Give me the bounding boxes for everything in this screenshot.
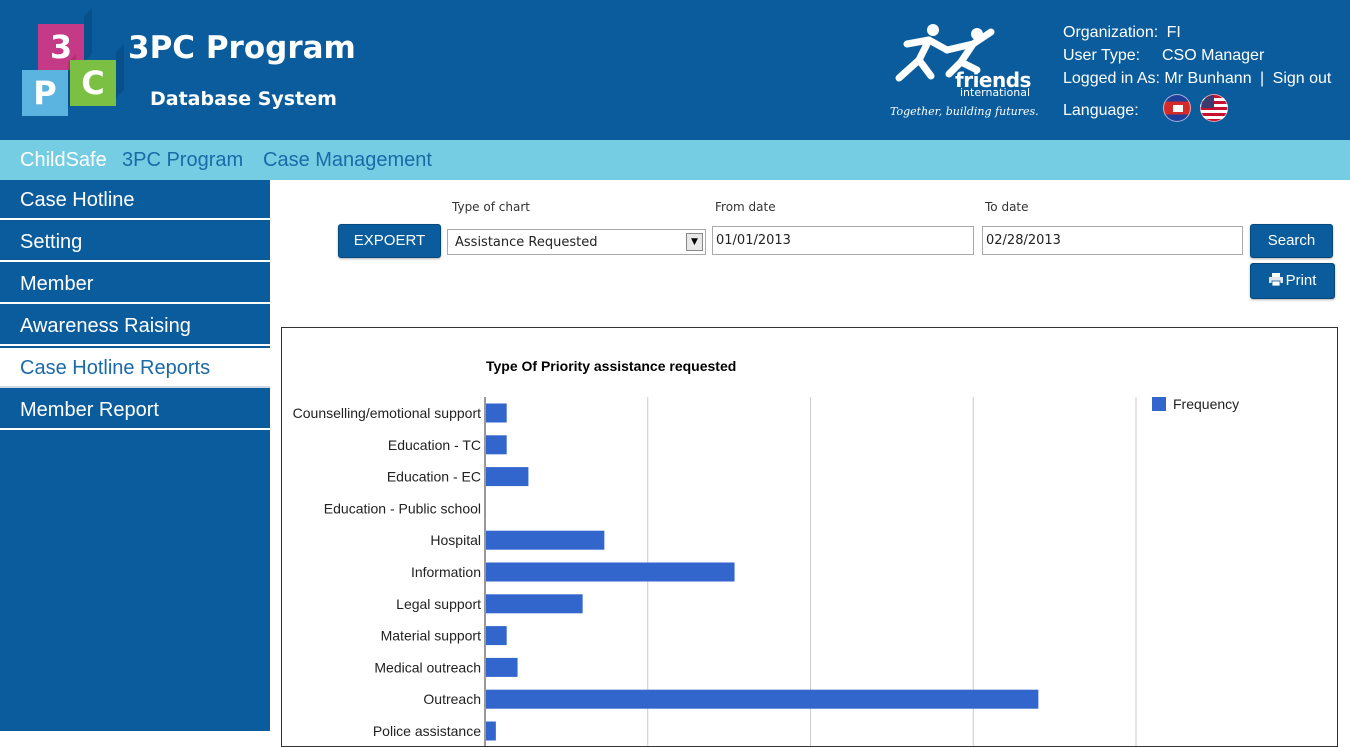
- category-label: Outreach: [423, 691, 481, 707]
- chart-bar[interactable]: [486, 562, 735, 582]
- chart-bar[interactable]: [486, 594, 583, 614]
- organization-label: Organization:: [1063, 24, 1159, 41]
- logged-in-label: Logged in As:: [1063, 70, 1160, 87]
- topnav-case-management[interactable]: Case Management: [263, 149, 432, 172]
- app-header: 3 P C 3PC Program Database System friend…: [0, 0, 1350, 140]
- chart-bar[interactable]: [486, 626, 507, 646]
- chart-bar[interactable]: [486, 467, 529, 487]
- user-type-row: User Type: CSO Manager: [1063, 47, 1264, 65]
- print-button[interactable]: Print: [1250, 263, 1335, 299]
- category-label: Police assistance: [373, 723, 481, 739]
- category-label: Information: [411, 564, 481, 580]
- category-label: Counselling/emotional support: [293, 405, 481, 421]
- category-label: Education - TC: [388, 437, 481, 453]
- sidebar-item-case-hotline-reports[interactable]: Case Hotline Reports: [0, 348, 270, 388]
- logged-in-user: Mr Bunhann: [1164, 70, 1252, 87]
- logged-in-row: Logged in As: Mr Bunhann | Sign out: [1063, 70, 1331, 88]
- type-of-chart-select[interactable]: Assistance Requested ▼: [447, 229, 706, 255]
- to-date-label: To date: [985, 200, 1029, 214]
- organization-row: Organization: FI: [1063, 24, 1181, 42]
- sidebar-item-member[interactable]: Member: [0, 264, 270, 304]
- legend-label: Frequency: [1173, 396, 1240, 412]
- category-label: Education - EC: [387, 469, 481, 485]
- sidebar-item-setting[interactable]: Setting: [0, 222, 270, 262]
- bar-chart: Counselling/emotional support Education -…: [293, 397, 1137, 746]
- usa-flag-icon[interactable]: [1200, 94, 1228, 122]
- logo-cube-p: P: [22, 70, 68, 116]
- sidebar-item-case-hotline[interactable]: Case Hotline: [0, 180, 270, 220]
- partner-logo-sub: international: [960, 86, 1031, 99]
- export-button[interactable]: EXPOERT: [338, 224, 441, 258]
- language-label: Language:: [1063, 102, 1139, 119]
- chart-bar[interactable]: [486, 530, 605, 550]
- sidebar: Case Hotline Setting Member Awareness Ra…: [0, 180, 270, 731]
- print-label: Print: [1285, 272, 1317, 289]
- separator: |: [1260, 70, 1265, 87]
- partner-logo-tagline: Together, building futures.: [890, 105, 1039, 118]
- chart-bar[interactable]: [486, 403, 507, 423]
- category-label: Education - Public school: [324, 500, 481, 516]
- legend-swatch: [1152, 397, 1166, 411]
- chart-bar[interactable]: [486, 657, 518, 677]
- topnav-3pc-program[interactable]: 3PC Program: [122, 149, 243, 172]
- chart-bar[interactable]: [486, 689, 1039, 709]
- category-label: Medical outreach: [374, 659, 481, 675]
- logo-cube-c: C: [70, 60, 116, 106]
- chart-bar[interactable]: [486, 721, 496, 741]
- type-of-chart-label: Type of chart: [452, 200, 530, 214]
- chevron-down-icon[interactable]: ▼: [686, 233, 703, 251]
- from-date-label: From date: [715, 200, 776, 214]
- from-date-field[interactable]: [712, 226, 974, 255]
- sidebar-item-awareness-raising[interactable]: Awareness Raising: [0, 306, 270, 346]
- topnav-childsafe[interactable]: ChildSafe: [20, 149, 107, 172]
- top-navigation: ChildSafe 3PC Program Case Management: [0, 140, 1350, 180]
- type-of-chart-value: Assistance Requested: [455, 235, 598, 250]
- category-label: Material support: [381, 628, 481, 644]
- organization-value: FI: [1166, 24, 1181, 41]
- category-label: Legal support: [396, 596, 481, 612]
- chart-bar[interactable]: [486, 435, 507, 455]
- app-title: 3PC Program: [128, 30, 356, 66]
- app-subtitle: Database System: [150, 88, 337, 110]
- sidebar-item-member-report[interactable]: Member Report: [0, 390, 270, 430]
- cambodia-flag-icon[interactable]: [1163, 94, 1191, 122]
- sign-out-link[interactable]: Sign out: [1273, 70, 1332, 87]
- to-date-field[interactable]: [982, 226, 1243, 255]
- category-label: Hospital: [430, 532, 481, 548]
- chart-container: Type Of Priority assistance requested Co…: [281, 327, 1338, 747]
- search-button[interactable]: Search: [1250, 224, 1333, 258]
- 3pc-logo[interactable]: 3 P C: [20, 20, 120, 120]
- user-type-value: CSO Manager: [1162, 47, 1265, 64]
- printer-icon: [1268, 273, 1283, 287]
- user-type-label: User Type:: [1063, 47, 1141, 64]
